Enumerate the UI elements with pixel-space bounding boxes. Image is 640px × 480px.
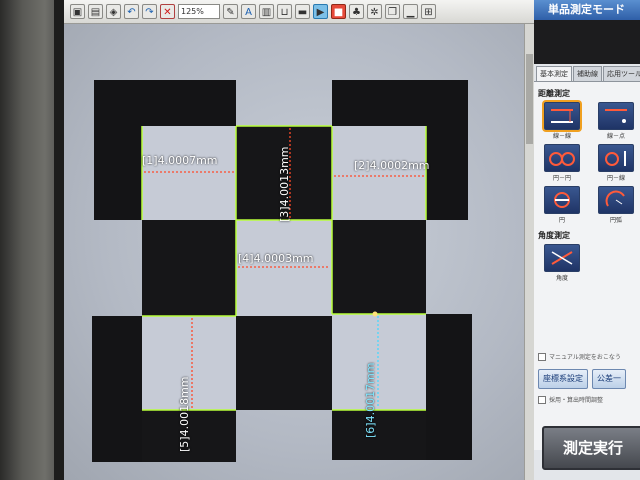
tab-basic[interactable]: 基本測定 xyxy=(536,66,572,81)
camera-icon[interactable]: ◈ xyxy=(106,4,121,19)
tolerance-button[interactable]: 公差一 xyxy=(592,369,626,389)
panel-tabs: 基本測定 補助線 応用ツール xyxy=(534,64,640,81)
arc-tool[interactable]: 円弧 xyxy=(592,186,640,224)
tree-icon[interactable]: ♣ xyxy=(349,4,364,19)
bar-icon[interactable]: ▬ xyxy=(295,4,310,19)
settings-icon[interactable]: ✲ xyxy=(367,4,382,19)
dark-square xyxy=(142,220,236,316)
measurement-label-4[interactable]: [4]4.0003mm xyxy=(238,252,314,265)
light-square xyxy=(332,314,426,410)
measurement-panel: 単品測定モード 基本測定 補助線 応用ツール 距離測定 線－線 線－点 円－円 … xyxy=(534,0,640,480)
delete-icon[interactable]: ✕ xyxy=(160,4,175,19)
manual-measure-checkbox[interactable]: マニュアル測定をおこなう xyxy=(538,352,636,361)
cursor-dot xyxy=(372,311,378,317)
section-distance: 距離測定 xyxy=(538,89,570,98)
tab-advanced[interactable]: 応用ツール xyxy=(603,66,640,81)
toolbar: ▣ ▤ ◈ ↶ ↷ ✕ 125% ✎ A ▥ ⊔ ▬ ▶ ■ ♣ ✲ ❐ ▁ ⊞ xyxy=(64,0,534,24)
dark-square xyxy=(332,220,426,314)
light-square xyxy=(236,220,332,316)
text-overlay-icon[interactable]: A xyxy=(241,4,256,19)
circle-to-circle-tool[interactable]: 円－円 xyxy=(538,144,586,182)
dark-square xyxy=(92,316,142,462)
play-icon[interactable]: ▶ xyxy=(313,4,328,19)
pencil-icon[interactable]: ✎ xyxy=(223,4,238,19)
measurement-label-2[interactable]: [2]4.0002mm xyxy=(354,159,430,172)
measurement-label-5[interactable]: [5]4.0018mm xyxy=(178,376,191,452)
circle-to-line-tool[interactable]: 円－線 xyxy=(592,144,640,182)
redo-icon[interactable]: ↷ xyxy=(142,4,157,19)
save-icon[interactable]: ▤ xyxy=(88,4,103,19)
measurement-label-1[interactable]: [1]4.0007mm xyxy=(142,154,218,167)
light-square xyxy=(332,126,426,220)
time-adjust-checkbox[interactable]: 採用・算出時間調整 xyxy=(538,395,636,404)
monitor-bezel xyxy=(0,0,64,480)
zoom-select[interactable]: 125% xyxy=(178,4,220,19)
pattern-icon[interactable]: ▥ xyxy=(259,4,274,19)
undo-icon[interactable]: ↶ xyxy=(124,4,139,19)
dark-square xyxy=(332,410,426,460)
image-icon[interactable]: ▣ xyxy=(70,4,85,19)
record-icon[interactable]: ■ xyxy=(331,4,346,19)
tab-auxiliary[interactable]: 補助線 xyxy=(573,66,602,81)
circle-tool[interactable]: 円 xyxy=(538,186,586,224)
line-to-point-tool[interactable]: 線－点 xyxy=(592,102,640,140)
dark-square xyxy=(426,314,472,460)
run-measurement-button[interactable]: 測定実行 xyxy=(542,426,640,470)
section-angle: 角度測定 xyxy=(538,231,570,240)
line-to-line-tool[interactable]: 線－線 xyxy=(538,102,586,140)
measurement-label-3[interactable]: [3]4.0013mm xyxy=(278,146,291,222)
minimize-icon[interactable]: ▁ xyxy=(403,4,418,19)
measurement-label-6[interactable]: [6]4.0017mm xyxy=(364,362,377,438)
panel-title: 単品測定モード xyxy=(534,0,640,20)
dark-square xyxy=(236,316,332,410)
image-viewport[interactable]: [1]4.0007mm [2]4.0002mm [3]4.0013mm [4]4… xyxy=(64,24,524,480)
bracket-icon[interactable]: ⊔ xyxy=(277,4,292,19)
coordinate-setup-button[interactable]: 座標系設定 xyxy=(538,369,588,389)
angle-tool[interactable]: 角度 xyxy=(538,244,586,282)
light-square xyxy=(142,126,236,220)
calc-icon[interactable]: ⊞ xyxy=(421,4,436,19)
copy-icon[interactable]: ❐ xyxy=(385,4,400,19)
